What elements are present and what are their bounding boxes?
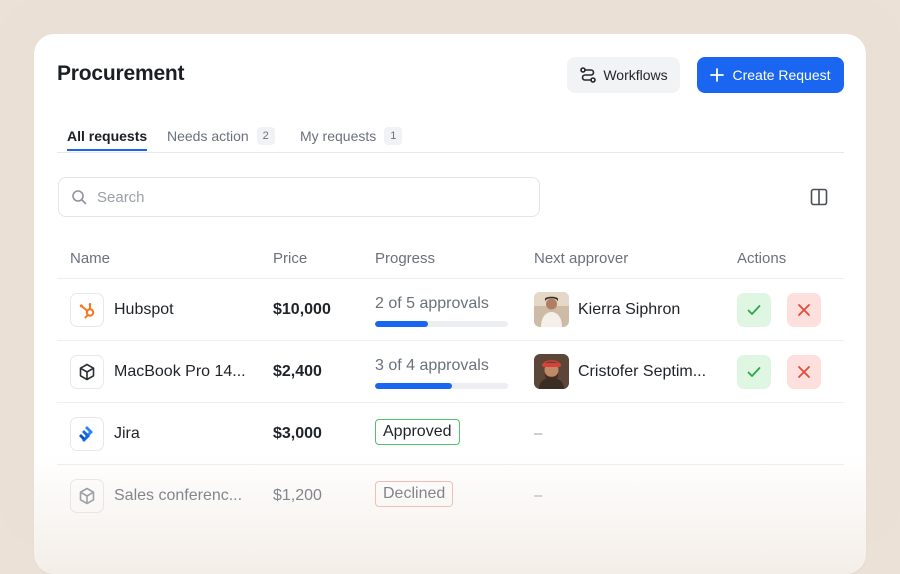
request-price: $2,400 <box>273 363 322 380</box>
tab-label: All requests <box>67 128 148 144</box>
column-header-price[interactable]: Price <box>273 250 307 267</box>
tab-count-badge: 2 <box>256 127 275 145</box>
progress-bar <box>375 321 508 327</box>
approver-name: Cristofer Septim... <box>578 363 707 380</box>
request-price: $1,200 <box>273 487 322 504</box>
tab-label: My requests <box>300 128 377 144</box>
page-title: Procurement <box>57 62 185 85</box>
create-request-label: Create Request <box>732 67 831 83</box>
table-header: Name Price Progress Next approver Action… <box>57 238 844 279</box>
check-icon <box>745 301 763 319</box>
search-input[interactable] <box>95 187 519 207</box>
column-layout-button[interactable] <box>807 185 831 209</box>
tab-my-requests[interactable]: My requests 1 <box>300 125 403 147</box>
decline-button[interactable] <box>787 293 821 327</box>
check-icon <box>745 363 763 381</box>
tab-all-requests[interactable]: All requests <box>67 125 147 147</box>
workflows-button[interactable]: Workflows <box>567 57 680 93</box>
request-name: Hubspot <box>114 301 174 318</box>
avatar <box>534 292 569 327</box>
request-name: MacBook Pro 14... <box>114 363 246 380</box>
search-box <box>58 177 540 217</box>
progress-bar-fill <box>375 321 429 327</box>
request-name: Jira <box>114 425 140 442</box>
column-header-actions: Actions <box>737 250 787 267</box>
request-name: Sales conferenc... <box>114 487 243 504</box>
request-price: $3,000 <box>273 425 322 442</box>
column-header-next-approver[interactable]: Next approver <box>534 250 628 267</box>
progress-bar-fill <box>375 383 453 389</box>
table-row[interactable]: Jira $3,000 Approved – <box>57 403 844 465</box>
approve-button[interactable] <box>737 293 771 327</box>
tab-count-badge: 1 <box>384 127 403 145</box>
jira-logo <box>70 417 104 451</box>
status-badge: Approved <box>375 419 460 445</box>
tab-label: Needs action <box>167 128 249 144</box>
approver-empty: – <box>534 425 543 442</box>
close-icon <box>796 302 812 318</box>
column-header-name[interactable]: Name <box>70 250 110 267</box>
close-icon <box>796 364 812 380</box>
request-price: $10,000 <box>273 301 331 318</box>
tab-needs-action[interactable]: Needs action 2 <box>167 125 275 147</box>
column-header-progress[interactable]: Progress <box>375 250 435 267</box>
split-panel-icon <box>809 187 829 207</box>
create-request-button[interactable]: Create Request <box>697 57 844 93</box>
hubspot-logo <box>70 293 104 327</box>
box-icon <box>70 479 104 513</box>
box-icon <box>70 355 104 389</box>
progress-text: 2 of 5 approvals <box>375 295 489 312</box>
approve-button[interactable] <box>737 355 771 389</box>
progress-text: 3 of 4 approvals <box>375 357 489 374</box>
approver-name: Kierra Siphron <box>578 301 681 318</box>
table-row[interactable]: Hubspot $10,000 2 of 5 approvals Kierra … <box>57 279 844 341</box>
workflow-icon <box>579 66 597 84</box>
plus-icon <box>710 68 725 82</box>
status-badge: Declined <box>375 481 454 507</box>
approver-empty: – <box>534 487 543 504</box>
procurement-card: Procurement Workflows Create Request All… <box>34 34 866 574</box>
progress-bar <box>375 383 508 389</box>
search-icon <box>71 189 87 205</box>
workflows-label: Workflows <box>603 67 668 83</box>
decline-button[interactable] <box>787 355 821 389</box>
table-row[interactable]: MacBook Pro 14... $2,400 3 of 4 approval… <box>57 341 844 403</box>
active-tab-indicator <box>67 149 147 151</box>
table-row[interactable]: Sales conferenc... $1,200 Declined – <box>57 465 844 526</box>
avatar <box>534 354 569 389</box>
tab-bar: All requests Needs action 2 My requests … <box>57 120 844 153</box>
